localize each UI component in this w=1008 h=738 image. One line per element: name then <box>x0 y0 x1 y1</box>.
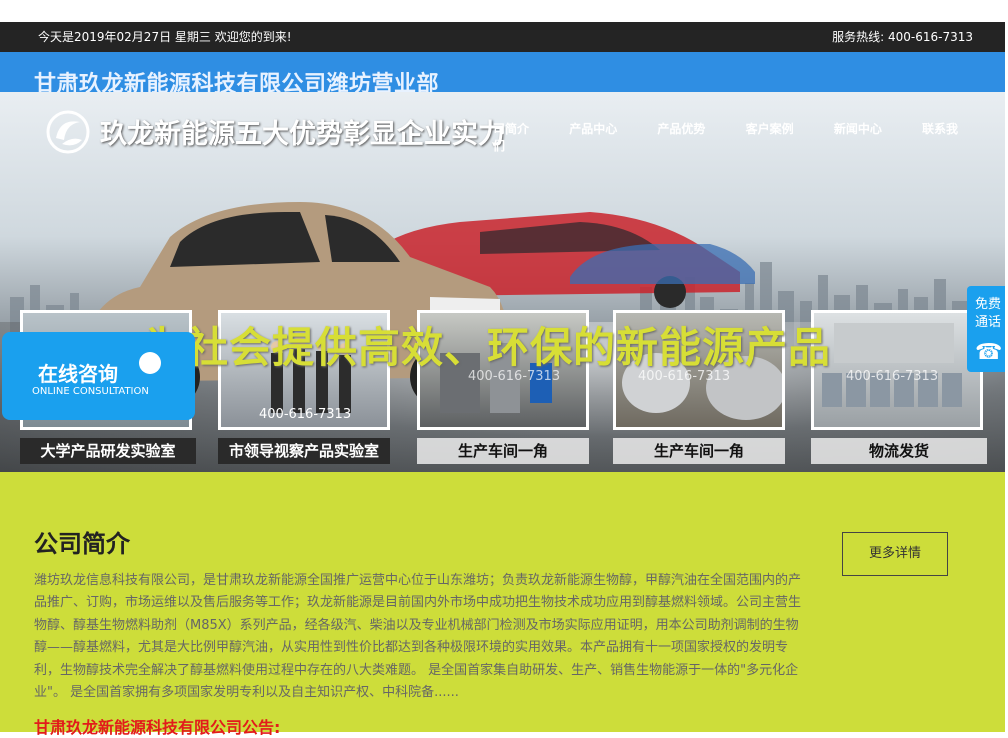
nav-item-products[interactable]: 产品中心 <box>569 122 617 136</box>
more-details-button[interactable]: 更多详情 <box>842 532 948 576</box>
nav-item-about[interactable]: 司简介 <box>493 122 529 136</box>
about-body-text: 潍坊玖龙信息科技有限公司，是甘肃玖龙新能源全国推广运营中心位于山东潍坊；负责玖龙… <box>34 573 802 701</box>
consult-label-en: ONLINE CONSULTATION <box>32 386 149 397</box>
nav-item-news[interactable]: 新闻中心 <box>834 122 882 136</box>
photo-caption: 生产车间一角 <box>417 438 589 464</box>
nav-item-advantages[interactable]: 产品优势 <box>657 122 705 136</box>
about-title: 公司简介 <box>34 530 130 558</box>
blue-car-image <box>570 244 755 284</box>
chat-bubble-icon <box>139 352 161 374</box>
consult-label: 在线咨询 <box>38 362 118 386</box>
photo-caption: 生产车间一角 <box>613 438 785 464</box>
company-notice-heading[interactable]: 甘肃玖龙新能源科技有限公司公告: <box>34 714 280 738</box>
main-slogan: 为社会提供高效、环保的新能源产品 <box>143 323 832 372</box>
service-hotline: 服务热线: 400-616-7313 <box>832 30 973 44</box>
photo-watermark: 400-616-7313 <box>259 407 352 422</box>
photo-caption: 大学产品研发实验室 <box>20 438 196 464</box>
logistics-photo: 400-616-7313 <box>811 310 983 430</box>
advantage-slogan: 玖龙新能源五大优势彰显企业实力 <box>100 119 505 150</box>
nav-item-contact[interactable]: 联系我们 <box>493 122 958 153</box>
main-nav: 司简介 产品中心 产品优势 客户案例 新闻中心 联系我们 <box>493 120 1005 154</box>
photo-caption: 物流发货 <box>811 438 987 464</box>
free-call-tab[interactable]: 免费 通话 ☎ <box>967 286 1005 372</box>
photo-watermark: 400-616-7313 <box>846 369 939 384</box>
date-welcome-text: 今天是2019年02月27日 星期三 欢迎您的到来! <box>38 30 292 44</box>
swirl-logo-icon[interactable] <box>46 110 90 154</box>
online-consultation-button[interactable]: 在线咨询 ONLINE CONSULTATION <box>2 332 195 420</box>
phone-icon: ☎ <box>975 340 1003 365</box>
nav-item-cases[interactable]: 客户案例 <box>746 122 794 136</box>
brand-bar: 甘肃玖龙新能源科技有限公司潍坊营业部 <box>0 52 1005 97</box>
photo-caption: 市领导视察产品实验室 <box>218 438 390 464</box>
free-call-label: 免费 通话 <box>974 297 1001 330</box>
top-info-bar: 今天是2019年02月27日 星期三 欢迎您的到来! 服务热线: 400-616… <box>0 22 1005 52</box>
